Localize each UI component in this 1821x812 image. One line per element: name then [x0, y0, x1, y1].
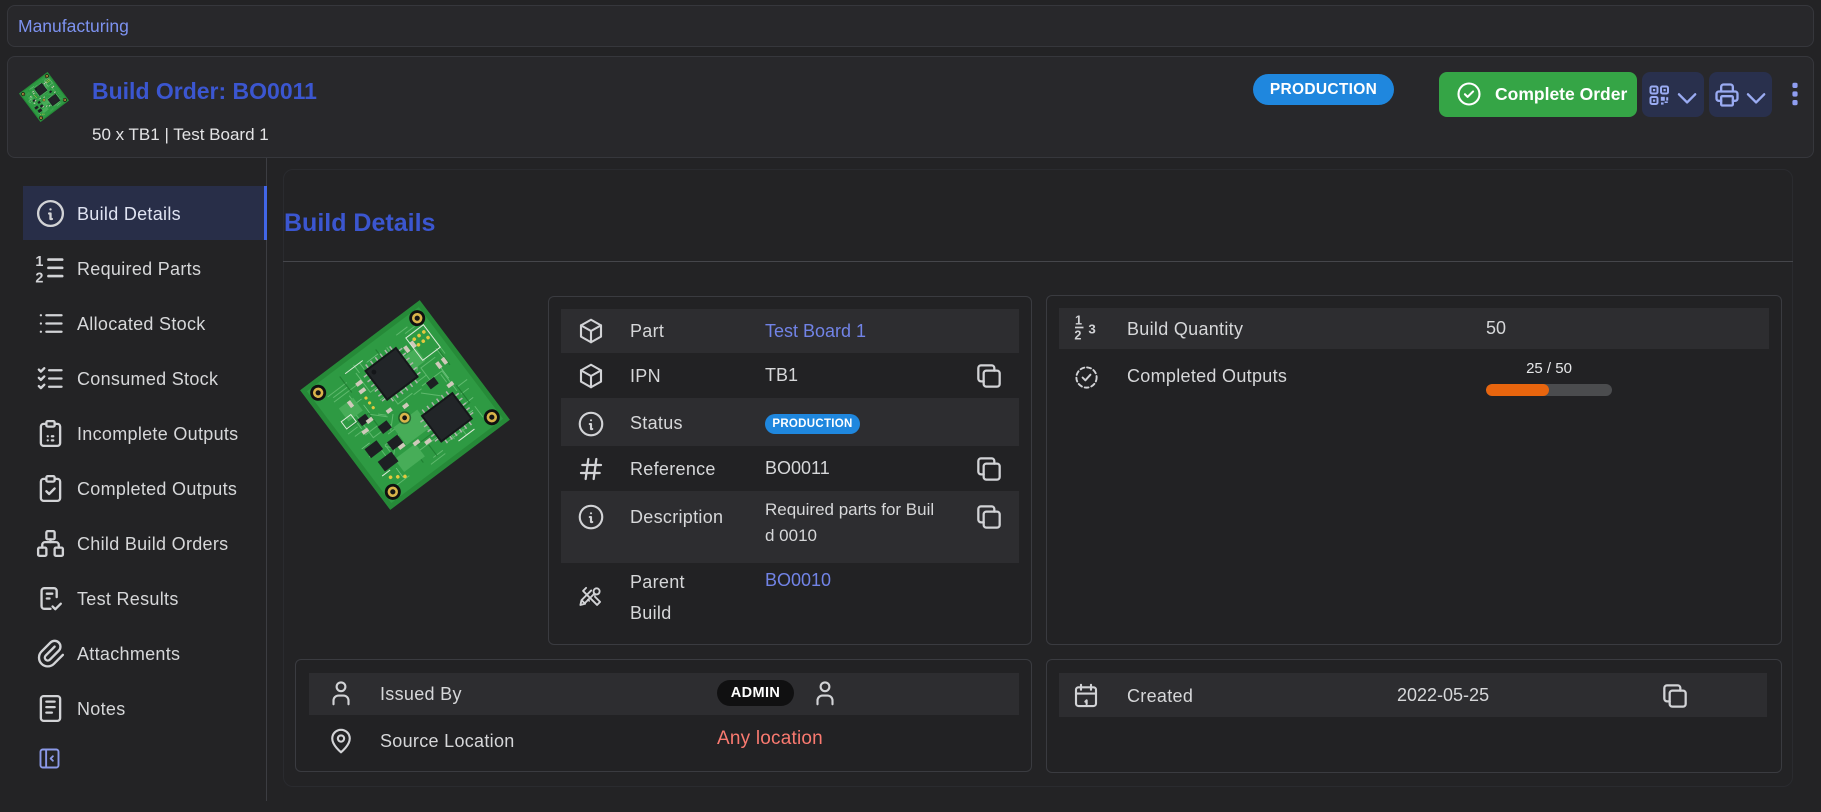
svg-text:3: 3 — [1088, 322, 1095, 337]
svg-text:1: 1 — [35, 254, 43, 270]
svg-text:2: 2 — [35, 270, 43, 285]
svg-text:1: 1 — [1075, 313, 1082, 327]
svg-text:2: 2 — [1074, 329, 1081, 342]
